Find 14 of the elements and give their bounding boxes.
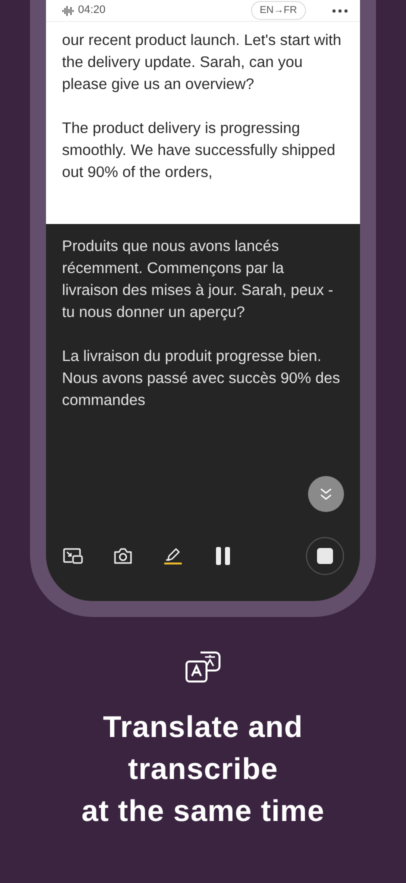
headline: Translate and transcribe at the same time: [80, 710, 326, 830]
recording-time: 04:20: [78, 3, 106, 18]
scroll-down-button[interactable]: [308, 476, 344, 512]
more-icon[interactable]: [332, 8, 348, 12]
double-chevron-icon: [319, 487, 333, 501]
translation-paragraph: Produits que nous avons lancés récemment. Commençons par la livraison des mises à jour. Sarah, peux - tu nous donner un aperçu?: [61, 237, 334, 323]
translation-paragraph: La livraison du produit progresse bien. Nous avons passé avec succès 90% des commandes: [61, 347, 342, 411]
waveform-icon: [62, 6, 74, 16]
stop-button[interactable]: [306, 537, 344, 575]
stop-icon: [317, 548, 333, 564]
translate-icon: [185, 651, 221, 683]
transcript-paragraph: our recent product launch. Let's start with the delivery update. Sarah, can you please give us an overview?: [61, 31, 342, 95]
language-selector[interactable]: EN→FR: [250, 1, 306, 20]
transcript-paragraph: The product delivery is progressing smoothly. We have successfully shipped out 90% of the orders,: [61, 119, 336, 183]
